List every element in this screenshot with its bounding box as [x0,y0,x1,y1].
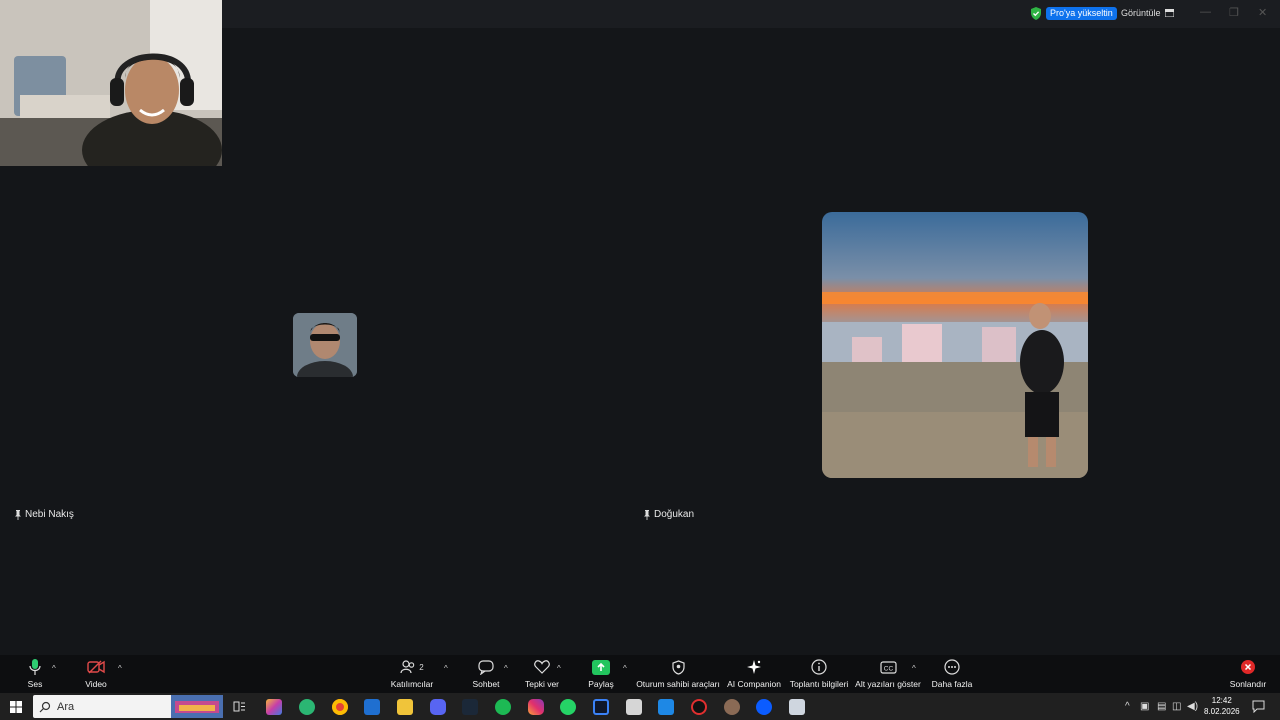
outlook-icon[interactable] [364,699,380,715]
share-options-chevron-icon[interactable]: ^ [623,664,627,673]
minimize-button[interactable]: — [1200,6,1211,18]
task-view-icon[interactable] [233,700,246,713]
chrome-icon[interactable] [332,699,348,715]
heart-icon [534,660,550,674]
notification-icon[interactable] [1252,700,1265,713]
taskbar-search[interactable]: Ara [33,695,223,718]
maximize-button[interactable]: ❐ [1229,6,1239,19]
spotify-icon[interactable] [495,699,511,715]
view-button-label: Görüntüle [1121,8,1161,18]
vscode-icon[interactable] [658,699,674,715]
tray-app-icon[interactable]: ▣ [1140,701,1149,712]
clock-date: 8.02.2026 [1204,707,1240,716]
host-tools-label: Oturum sahibi araçları [636,679,720,689]
end-meeting-button[interactable]: Sonlandır [1203,657,1280,689]
network-icon[interactable]: ◫ [1172,701,1181,712]
more-button[interactable]: Daha fazla [907,657,997,689]
tray-chevron-icon[interactable]: ^ [1125,701,1130,712]
instagram-icon[interactable] [528,699,544,715]
recording-app-icon[interactable] [691,699,707,715]
video-button[interactable]: Video [51,657,141,689]
participants-count: 2 [419,662,424,672]
avatar-image [822,212,1088,478]
edge-icon[interactable] [299,699,315,715]
audio-label: Ses [27,679,43,689]
close-icon [1241,660,1255,674]
shield-icon [671,659,685,675]
file-explorer-icon[interactable] [397,699,413,715]
participant-name-dogukan: Doğukan [643,509,694,520]
chat-icon [478,659,494,675]
microphone-icon [29,659,41,675]
windows-taskbar: Ara ^ ▣ ▤ ◫ ◀) 12:42 8.02.2026 [0,693,1280,720]
discord-icon[interactable] [430,699,446,715]
close-window-button[interactable]: ✕ [1258,6,1267,19]
upgrade-pro[interactable]: Pro'ya yükseltin [1030,7,1117,20]
whatsapp-icon[interactable] [560,699,576,715]
more-label: Daha fazla [931,679,973,689]
search-highlight-image [171,695,223,718]
participant-name-nebi: Nebi Nakış [14,509,74,520]
pin-icon [644,509,650,520]
closed-captions-icon: CC [879,660,897,674]
pin-icon [15,509,21,520]
search-placeholder: Ara [57,700,75,713]
game-app-icon[interactable] [724,699,740,715]
share-screen-icon [592,659,610,675]
participant-name-label: Doğukan [654,509,695,520]
sparkle-icon [747,660,761,674]
clock-time: 12:42 [1211,696,1232,705]
participants-label: Katılımcılar [390,679,434,689]
steam-icon[interactable] [462,699,478,715]
self-video-feed [0,0,222,166]
react-label: Tepki ver [524,679,559,689]
video-off-icon [87,660,105,674]
participant-name-label: Nebi Nakış [25,509,74,520]
view-button[interactable]: Görüntüle [1121,8,1174,18]
document-app-icon[interactable] [789,699,805,715]
end-meeting-label: Sonlandır [1229,679,1267,689]
svg-text:CC: CC [883,665,893,672]
meeting-info-label: Toplantı bilgileri [789,679,849,689]
grid-view-icon [1164,9,1174,17]
avatar-image [293,313,357,377]
share-label: Paylaş [588,679,614,689]
chat-label: Sohbet [472,679,500,689]
more-icon [944,659,960,675]
system-clock[interactable]: 12:42 8.02.2026 [1204,695,1240,717]
participant-avatar-dogukan [822,212,1088,478]
participants-icon [400,660,415,674]
self-video-image [0,0,222,166]
pro-upgrade-label[interactable]: Pro'ya yükseltin [1046,7,1117,20]
tray-usb-icon[interactable]: ▤ [1157,701,1166,712]
search-icon [39,701,51,712]
notepad-icon[interactable] [626,699,642,715]
participant-avatar-nebi [293,313,357,377]
copilot-icon[interactable] [266,699,282,715]
ai-companion-label: AI Companion [727,679,781,689]
info-icon [811,659,827,675]
app-a-icon[interactable] [593,699,609,715]
zoom-icon[interactable] [756,699,772,715]
video-label: Video [85,679,107,689]
meeting-toolbar: Ses ^ Video ^ 2 Katılımcılar ^ Sohbet ^ … [0,655,1280,693]
volume-icon[interactable]: ◀) [1187,701,1198,712]
video-options-chevron-icon[interactable]: ^ [118,664,122,673]
shield-check-icon [1031,7,1041,20]
windows-start-icon[interactable] [10,701,22,713]
